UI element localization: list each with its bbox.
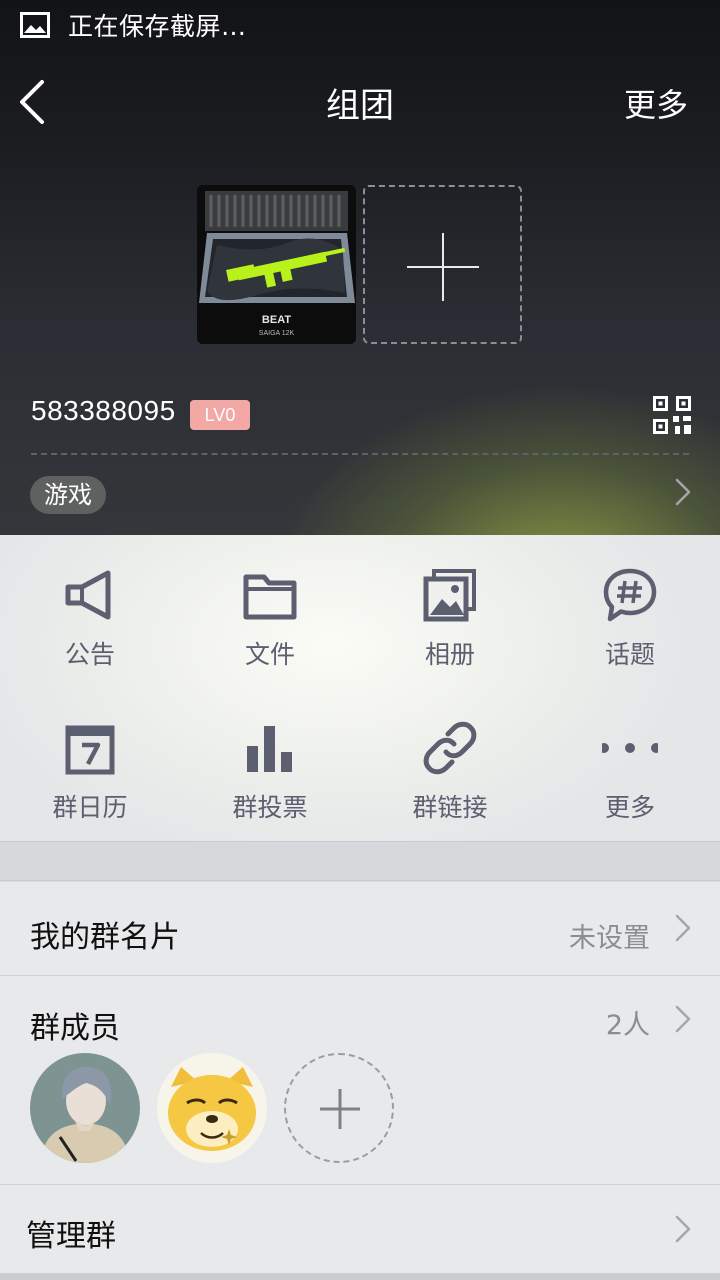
my-group-card-row[interactable]: 我的群名片 未设置 (0, 882, 720, 975)
avatar-caption-sub: SAIGA 12K (259, 330, 295, 337)
avatar-caption-title: BEAT (262, 314, 291, 326)
feature-grid: 公告 文件 相册 话题 群日历 群投票 群链接 更多 (0, 535, 720, 841)
add-photo-button[interactable] (363, 185, 522, 344)
folder-icon (243, 574, 297, 620)
chevron-right-icon (675, 1215, 691, 1243)
member-count: 2人 (605, 1010, 650, 1041)
feature-more[interactable]: 更多 (540, 688, 720, 838)
avatar[interactable] (30, 1053, 140, 1163)
manage-group-row[interactable]: 管理群 (0, 1185, 720, 1273)
plus-icon (320, 1089, 360, 1129)
megaphone-icon (65, 570, 111, 620)
plus-icon (407, 233, 479, 301)
page-title: 组团 (326, 86, 394, 126)
feature-label: 群链接 (412, 793, 488, 822)
more-button[interactable]: 更多 (624, 80, 688, 126)
feature-link[interactable]: 群链接 (360, 688, 540, 838)
row-title: 管理群 (26, 1219, 116, 1254)
feature-announcement[interactable]: 公告 (0, 535, 180, 685)
row-title: 我的群名片 (30, 920, 180, 955)
feature-label: 群投票 (232, 793, 308, 822)
feature-label: 群日历 (52, 793, 128, 822)
nav-bar: 组团 更多 (0, 64, 720, 140)
group-tag[interactable]: 游戏 (30, 476, 106, 514)
group-header: 正在保存截屏… 组团 更多 BEAT SAIGA 12K 583388095 L… (0, 0, 720, 535)
album-icon (423, 569, 476, 622)
header-divider (31, 453, 689, 455)
member-avatar-anime-boy (30, 1053, 140, 1163)
feature-label: 文件 (244, 640, 295, 669)
gun-case-image: BEAT SAIGA 12K (197, 185, 356, 344)
group-avatar[interactable]: BEAT SAIGA 12K (197, 185, 356, 344)
feature-album[interactable]: 相册 (360, 535, 540, 685)
group-number: 583388095 (31, 395, 176, 426)
more-dots-icon (602, 743, 658, 753)
chevron-right-icon (675, 1005, 691, 1033)
status-bar: 正在保存截屏… (0, 0, 720, 50)
hashtag-bubble-icon (603, 568, 657, 622)
status-text: 正在保存截屏… (68, 12, 247, 41)
feature-label: 话题 (604, 640, 655, 669)
bar-chart-icon (247, 726, 292, 772)
chevron-right-icon[interactable] (674, 478, 692, 506)
feature-files[interactable]: 文件 (180, 535, 360, 685)
feature-label: 公告 (64, 640, 115, 669)
calendar-icon (65, 725, 115, 775)
image-icon (20, 12, 50, 38)
link-icon (423, 721, 477, 775)
feature-label: 相册 (424, 640, 475, 669)
feature-calendar[interactable]: 群日历 (0, 688, 180, 838)
section-spacer (0, 841, 720, 881)
feature-vote[interactable]: 群投票 (180, 688, 360, 838)
chevron-right-icon (675, 914, 691, 942)
row-title: 群成员 (30, 1011, 120, 1046)
member-avatar-doge (157, 1053, 267, 1163)
row-value: 未设置 (569, 923, 650, 954)
bottom-edge (0, 1273, 720, 1280)
add-member-button[interactable] (284, 1053, 394, 1163)
qr-code-icon[interactable] (653, 396, 691, 434)
feature-topics[interactable]: 话题 (540, 535, 720, 685)
level-badge: LV0 (190, 400, 250, 430)
avatar[interactable] (157, 1053, 267, 1163)
feature-label: 更多 (604, 793, 655, 822)
